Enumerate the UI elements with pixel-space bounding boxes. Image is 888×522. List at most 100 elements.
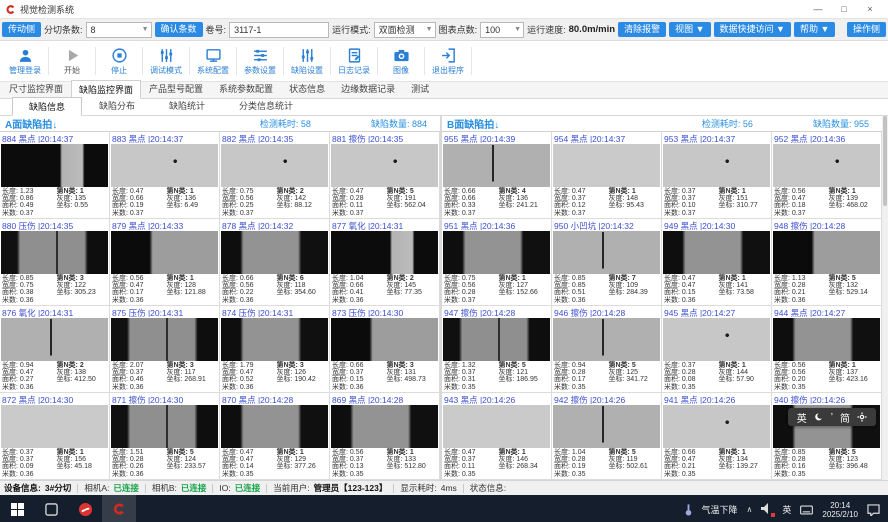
defect-thumbnail-image[interactable] [773,144,880,186]
defect-thumbnail-image[interactable] [443,318,550,360]
defect-cell[interactable]: 882 黑点 |20:14:35长度: 0.75宽度: 0.56面积: 0.25… [220,132,330,219]
gear-icon[interactable] [857,412,867,422]
defect-cell[interactable]: 876 氧化 |20:14:31长度: 0.94宽度: 0.47面积: 0.27… [0,306,110,393]
exit-program-button[interactable]: 退出程序 [425,42,471,80]
defect-thumbnail-image[interactable] [443,231,550,273]
defect-thumbnail-image[interactable] [553,231,660,273]
notification-center-icon[interactable] [867,504,880,516]
defect-thumbnail-image[interactable] [221,144,328,186]
taskbar-app-inspection-system[interactable] [102,495,136,522]
maximize-button[interactable]: □ [831,0,857,18]
defect-thumbnail-image[interactable] [443,405,550,447]
defect-thumbnail-image[interactable] [111,144,218,186]
keyboard-icon[interactable] [800,505,813,515]
roll-number-input[interactable] [229,22,329,38]
subtab-defect-statistics[interactable]: 缺陷统计 [152,96,222,115]
run-mode-select[interactable]: 双面检测▼ [374,22,436,38]
slit-count-select[interactable]: 8▼ [86,22,152,38]
defect-cell[interactable]: 869 黑点 |20:14:28长度: 0.56宽度: 0.37面积: 0.13… [330,393,440,480]
clear-alarm-button[interactable]: 清除报警 [618,22,666,37]
tray-language-indicator[interactable]: 英 [782,503,791,516]
defect-thumbnail-image[interactable] [663,231,770,273]
task-view-button[interactable] [34,495,68,522]
defect-cell[interactable]: 879 黑点 |20:14:33长度: 0.56宽度: 0.47面积: 0.17… [110,219,220,306]
stop-button[interactable]: 停止 [96,42,142,80]
image-button[interactable]: 图像 [378,42,424,80]
ime-english-toggle[interactable]: 英 [797,410,807,425]
defect-thumbnail-image[interactable] [773,231,880,273]
defect-thumbnail-image[interactable] [111,231,218,273]
close-button[interactable]: × [857,0,883,18]
start-button[interactable]: 开始 [49,42,95,80]
defect-thumbnail-image[interactable] [663,318,770,360]
defect-cell[interactable]: 943 黑点 |20:14:26长度: 0.47宽度: 0.37面积: 0.11… [442,393,552,480]
defect-thumbnail-image[interactable] [1,144,108,186]
defect-thumbnail-image[interactable] [443,144,550,186]
data-quick-access-button[interactable]: 数据快捷访问 ▼ [714,22,791,37]
defect-cell[interactable]: 949 黑点 |20:14:30长度: 0.47宽度: 0.47面积: 0.15… [662,219,772,306]
subtab-defect-distribution[interactable]: 缺陷分布 [82,96,152,115]
hidden-icons-button[interactable]: ∧ [747,505,753,514]
admin-login-button[interactable]: 管理登录 [2,42,48,80]
defect-cell[interactable]: 950 小凹坑 |20:14:32长度: 0.85宽度: 0.85面积: 0.5… [552,219,662,306]
defect-thumbnail-image[interactable] [1,318,108,360]
defect-thumbnail-image[interactable] [1,231,108,273]
defect-cell[interactable]: 945 黑点 |20:14:27长度: 0.37宽度: 0.28面积: 0.08… [662,306,772,393]
defect-cell[interactable]: 944 黑点 |20:14:27长度: 0.56宽度: 0.56面积: 0.20… [772,306,882,393]
defect-cell[interactable]: 955 黑点 |20:14:39长度: 0.66宽度: 0.66面积: 0.33… [442,132,552,219]
ime-simplified-toggle[interactable]: 简 [840,410,850,425]
confirm-count-button[interactable]: 确认条数 [155,22,203,37]
defect-cell[interactable]: 873 压伤 |20:14:30长度: 0.66宽度: 0.37面积: 0.15… [330,306,440,393]
defect-thumbnail-image[interactable] [111,405,218,447]
defect-cell[interactable]: 947 擦伤 |20:14:28长度: 1.32宽度: 0.37面积: 0.31… [442,306,552,393]
start-menu-button[interactable] [0,495,34,522]
defect-cell[interactable]: 877 氧化 |20:14:31长度: 1.04宽度: 0.66面积: 0.41… [330,219,440,306]
panel-b-title[interactable]: B面缺陷拍↓ [447,116,499,131]
defect-thumbnail-image[interactable] [221,405,328,447]
defect-cell[interactable]: 878 黑点 |20:14:32长度: 0.66宽度: 0.56面积: 0.22… [220,219,330,306]
chart-points-select[interactable]: 100▼ [480,22,524,38]
defect-cell[interactable]: 942 擦伤 |20:14:26长度: 1.04宽度: 0.28面积: 0.19… [552,393,662,480]
drive-side-button[interactable]: 传动侧 [2,22,41,37]
defect-cell[interactable]: 880 压伤 |20:14:35长度: 0.85宽度: 0.75面积: 0.38… [0,219,110,306]
defect-cell[interactable]: 953 黑点 |20:14:37长度: 0.37宽度: 0.37面积: 0.10… [662,132,772,219]
log-record-button[interactable]: 日志记录 [331,42,377,80]
defect-cell[interactable]: 883 黑点 |20:14:37长度: 0.47宽度: 0.66面积: 0.19… [110,132,220,219]
defect-thumbnail-image[interactable] [111,318,218,360]
defect-thumbnail-image[interactable] [331,231,438,273]
defect-cell[interactable]: 872 黑点 |20:14:30长度: 0.37宽度: 0.37面积: 0.09… [0,393,110,480]
defect-thumbnail-image[interactable] [331,144,438,186]
panel-a-title[interactable]: A面缺陷拍↓ [5,116,57,131]
defect-cell[interactable]: 940 擦伤 |20:14:26长度: 0.85宽度: 0.28面积: 0.16… [772,393,882,480]
debug-mode-button[interactable]: 调试模式 [143,42,189,80]
operate-side-button[interactable]: 操作侧 [847,22,886,37]
tab-test[interactable]: 测试 [403,79,437,98]
help-menu-button[interactable]: 帮助 ▼ [794,22,835,37]
defect-thumbnail-image[interactable] [553,318,660,360]
defect-thumbnail-image[interactable] [663,405,770,447]
ime-punctuation-toggle[interactable]: ’ [831,412,833,423]
tab-edge-data-record[interactable]: 边缘数据记录 [333,79,403,98]
defect-cell[interactable]: 946 擦伤 |20:14:28长度: 0.94宽度: 0.28面积: 0.17… [552,306,662,393]
ime-language-bar[interactable]: 英 ’ 简 [788,408,876,426]
defect-thumbnail-image[interactable] [553,144,660,186]
volume-icon[interactable] [761,503,773,516]
defect-thumbnail-image[interactable] [1,405,108,447]
defect-thumbnail-image[interactable] [553,405,660,447]
view-menu-button[interactable]: 视图 ▼ [669,22,710,37]
defect-settings-button[interactable]: 缺陷设置 [284,42,330,80]
subtab-defect-info[interactable]: 缺陷信息 [12,97,82,116]
defect-cell[interactable]: 951 黑点 |20:14:36长度: 0.75宽度: 0.56面积: 0.28… [442,219,552,306]
defect-thumbnail-image[interactable] [331,405,438,447]
defect-thumbnail-image[interactable] [331,318,438,360]
parameter-settings-button[interactable]: 参数设置 [237,42,283,80]
defect-cell[interactable]: 871 擦伤 |20:14:30长度: 1.51宽度: 0.28面积: 0.26… [110,393,220,480]
moon-icon[interactable] [814,412,824,422]
scrollbar-thumb[interactable] [883,116,887,206]
defect-thumbnail-image[interactable] [773,318,880,360]
weather-text[interactable]: 气温下降 [702,503,738,516]
defect-thumbnail-image[interactable] [221,231,328,273]
defect-cell[interactable]: 952 黑点 |20:14:36长度: 0.56宽度: 0.47面积: 0.18… [772,132,882,219]
taskbar-clock[interactable]: 20:14 2025/2/10 [822,501,858,519]
defect-cell[interactable]: 948 擦伤 |20:14:28长度: 1.13宽度: 0.28面积: 0.21… [772,219,882,306]
